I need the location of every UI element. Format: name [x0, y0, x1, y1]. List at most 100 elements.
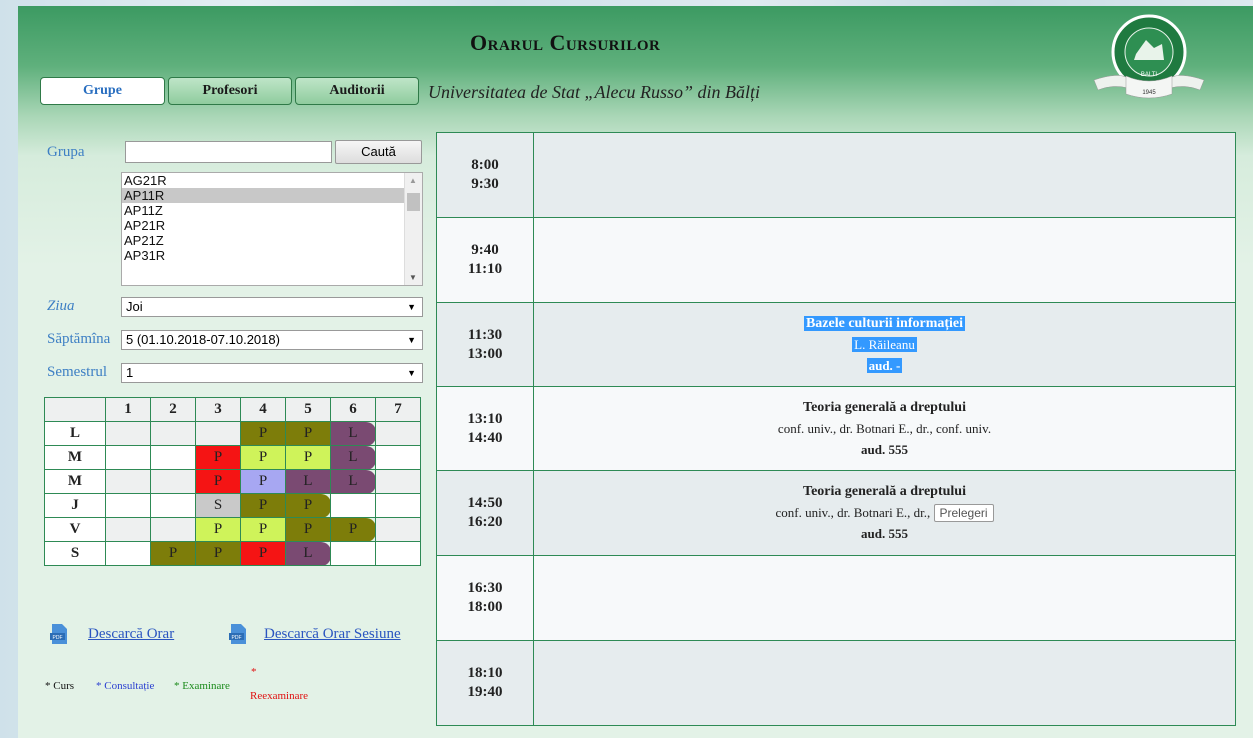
- grid-cell[interactable]: P: [195, 445, 241, 470]
- group-list-item[interactable]: AP21Z: [122, 233, 406, 248]
- time-slot: 9:40 11:10: [436, 217, 534, 303]
- course-teacher: conf. univ., dr. Botnari E., dr.,: [775, 505, 931, 520]
- week-select[interactable]: 5 (01.10.2018-07.10.2018) ▼: [121, 330, 423, 350]
- grid-cell[interactable]: S: [195, 493, 241, 518]
- group-list[interactable]: AG21R AP11R AP11Z AP21R AP21Z AP31R ▲ ▼: [121, 172, 423, 286]
- slot-end: 11:10: [467, 261, 503, 277]
- grid-cell[interactable]: [105, 445, 151, 470]
- page-title: Orarul Cursurilor: [470, 30, 661, 55]
- grid-cell[interactable]: [105, 493, 151, 518]
- day-select[interactable]: Joi ▼: [121, 297, 423, 317]
- download-schedule-link[interactable]: Descarcă Orar: [88, 626, 174, 643]
- grid-col-header: 5: [285, 397, 331, 422]
- grid-cell[interactable]: P: [285, 517, 331, 542]
- group-list-item[interactable]: AG21R: [122, 173, 406, 188]
- grid-cell[interactable]: [150, 469, 196, 494]
- group-list-item[interactable]: AP11Z: [122, 203, 406, 218]
- grid-col-header: 3: [195, 397, 241, 422]
- chevron-down-icon: ▼: [407, 302, 416, 312]
- slot-end: 13:00: [467, 345, 503, 362]
- slot-end: 16:20: [467, 514, 503, 530]
- scroll-down-icon[interactable]: ▼: [409, 273, 417, 282]
- tab-auditorii[interactable]: Auditorii: [295, 77, 419, 105]
- slot-content: [533, 640, 1236, 726]
- grid-cell[interactable]: [375, 469, 421, 494]
- grid-cell[interactable]: [375, 493, 421, 518]
- download-session-link[interactable]: Descarcă Orar Sesiune: [264, 626, 401, 643]
- grid-cell[interactable]: [330, 493, 376, 518]
- grid-cell[interactable]: [195, 421, 241, 446]
- day-select-value: Joi: [126, 299, 143, 314]
- semester-select[interactable]: 1 ▼: [121, 363, 423, 383]
- grid-cell[interactable]: P: [195, 469, 241, 494]
- grid-cell[interactable]: P: [240, 517, 286, 542]
- group-search-input[interactable]: [125, 141, 332, 163]
- slot-end: 14:40: [467, 429, 503, 446]
- grid-cell[interactable]: [105, 517, 151, 542]
- slot-start: 13:10: [467, 410, 503, 427]
- list-scrollbar[interactable]: ▲ ▼: [404, 173, 422, 285]
- grid-cell[interactable]: [105, 541, 151, 566]
- legend-consultatie: * Consultație: [96, 680, 155, 692]
- grid-day-label: J: [44, 493, 106, 518]
- grid-day-label: M: [44, 445, 106, 470]
- grid-cell[interactable]: P: [285, 421, 331, 446]
- grid-cell[interactable]: P: [195, 517, 241, 542]
- grid-cell[interactable]: [375, 445, 421, 470]
- grid-cell[interactable]: P: [150, 541, 196, 566]
- grid-cell[interactable]: P: [240, 445, 286, 470]
- schedule-row: 16:30 18:00: [436, 555, 1236, 641]
- grid-col-header: 2: [150, 397, 196, 422]
- week-select-value: 5 (01.10.2018-07.10.2018): [126, 332, 280, 347]
- slot-end: 9:30: [471, 176, 499, 192]
- time-slot: 11:30 13:00: [436, 302, 534, 387]
- grid-cell[interactable]: [150, 421, 196, 446]
- grid-col-header: 4: [240, 397, 286, 422]
- grid-cell[interactable]: L: [330, 421, 376, 446]
- course-room: aud. -: [866, 358, 903, 373]
- course-title: Teoria generală a dreptului: [803, 484, 966, 499]
- grid-cell[interactable]: P: [285, 493, 331, 518]
- group-list-item[interactable]: AP21R: [122, 218, 406, 233]
- slot-content: [533, 217, 1236, 303]
- grid-cell[interactable]: [105, 469, 151, 494]
- slot-start: 18:10: [467, 665, 503, 681]
- slot-end: 19:40: [467, 684, 503, 700]
- grid-cell[interactable]: P: [240, 469, 286, 494]
- tab-grupe[interactable]: Grupe: [40, 77, 165, 105]
- tab-profesori[interactable]: Profesori: [168, 77, 292, 105]
- scroll-thumb[interactable]: [407, 193, 420, 211]
- grid-cell[interactable]: P: [240, 541, 286, 566]
- grid-cell[interactable]: [105, 421, 151, 446]
- slot-start: 8:00: [471, 157, 499, 173]
- grid-cell[interactable]: P: [330, 517, 376, 542]
- scroll-up-icon[interactable]: ▲: [409, 176, 417, 185]
- group-list-item-selected[interactable]: AP11R: [122, 188, 406, 203]
- slot-content: Teoria generală a dreptului conf. univ.,…: [533, 386, 1236, 471]
- schedule-row: 14:50 16:20 Teoria generală a dreptului c…: [436, 470, 1236, 556]
- grid-cell[interactable]: [150, 493, 196, 518]
- grid-day-label: S: [44, 541, 106, 566]
- grid-cell[interactable]: P: [240, 493, 286, 518]
- slot-start: 9:40: [471, 242, 499, 258]
- grid-day-label: V: [44, 517, 106, 542]
- semester-label: Semestrul: [47, 364, 107, 380]
- grid-cell[interactable]: [150, 445, 196, 470]
- grid-cell[interactable]: P: [285, 445, 331, 470]
- grid-cell[interactable]: [375, 541, 421, 566]
- week-label: Săptămîna: [47, 331, 111, 347]
- grid-cell[interactable]: L: [330, 445, 376, 470]
- grid-cell[interactable]: [330, 541, 376, 566]
- chevron-down-icon: ▼: [407, 368, 416, 378]
- schedule-row: 18:10 19:40: [436, 640, 1236, 726]
- grid-cell[interactable]: L: [285, 541, 331, 566]
- grid-cell[interactable]: [375, 421, 421, 446]
- grid-cell[interactable]: P: [195, 541, 241, 566]
- grid-cell[interactable]: L: [285, 469, 331, 494]
- group-list-item[interactable]: AP31R: [122, 248, 406, 263]
- grid-cell[interactable]: P: [240, 421, 286, 446]
- grid-cell[interactable]: [375, 517, 421, 542]
- search-button[interactable]: Caută: [335, 140, 422, 164]
- grid-cell[interactable]: [150, 517, 196, 542]
- grid-cell[interactable]: L: [330, 469, 376, 494]
